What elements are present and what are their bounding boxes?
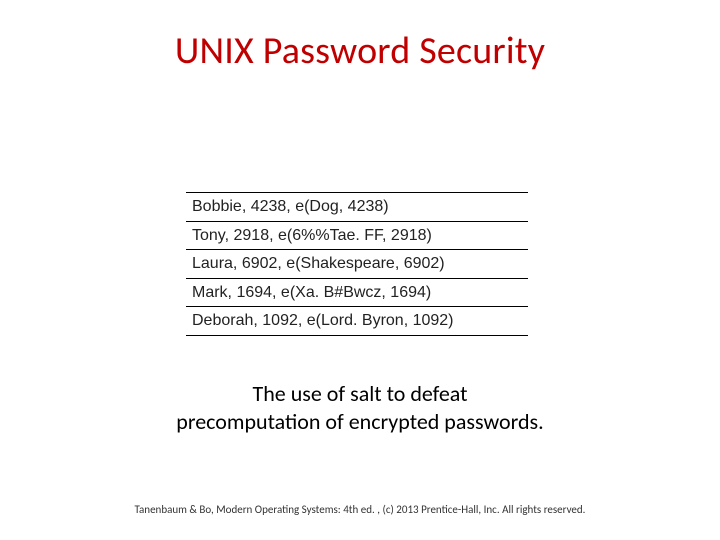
caption-line: The use of salt to defeat (253, 380, 468, 407)
table-row: Bobbie, 4238, e(Dog, 4238) (186, 193, 528, 222)
slide-title: UNIX Password Security (0, 28, 720, 74)
copyright-footer: Tanenbaum & Bo, Modern Operating Systems… (0, 503, 720, 516)
table-row: Mark, 1694, e(Xa. B#Bwcz, 1694) (186, 279, 528, 308)
table-row: Tony, 2918, e(6%%Tae. FF, 2918) (186, 222, 528, 251)
password-table: Bobbie, 4238, e(Dog, 4238) Tony, 2918, e… (186, 192, 528, 336)
figure-caption: The use of salt to defeat precomputation… (0, 380, 720, 436)
table-row: Deborah, 1092, e(Lord. Byron, 1092) (186, 307, 528, 335)
caption-line: precomputation of encrypted passwords. (176, 408, 543, 435)
table-row: Laura, 6902, e(Shakespeare, 6902) (186, 250, 528, 279)
